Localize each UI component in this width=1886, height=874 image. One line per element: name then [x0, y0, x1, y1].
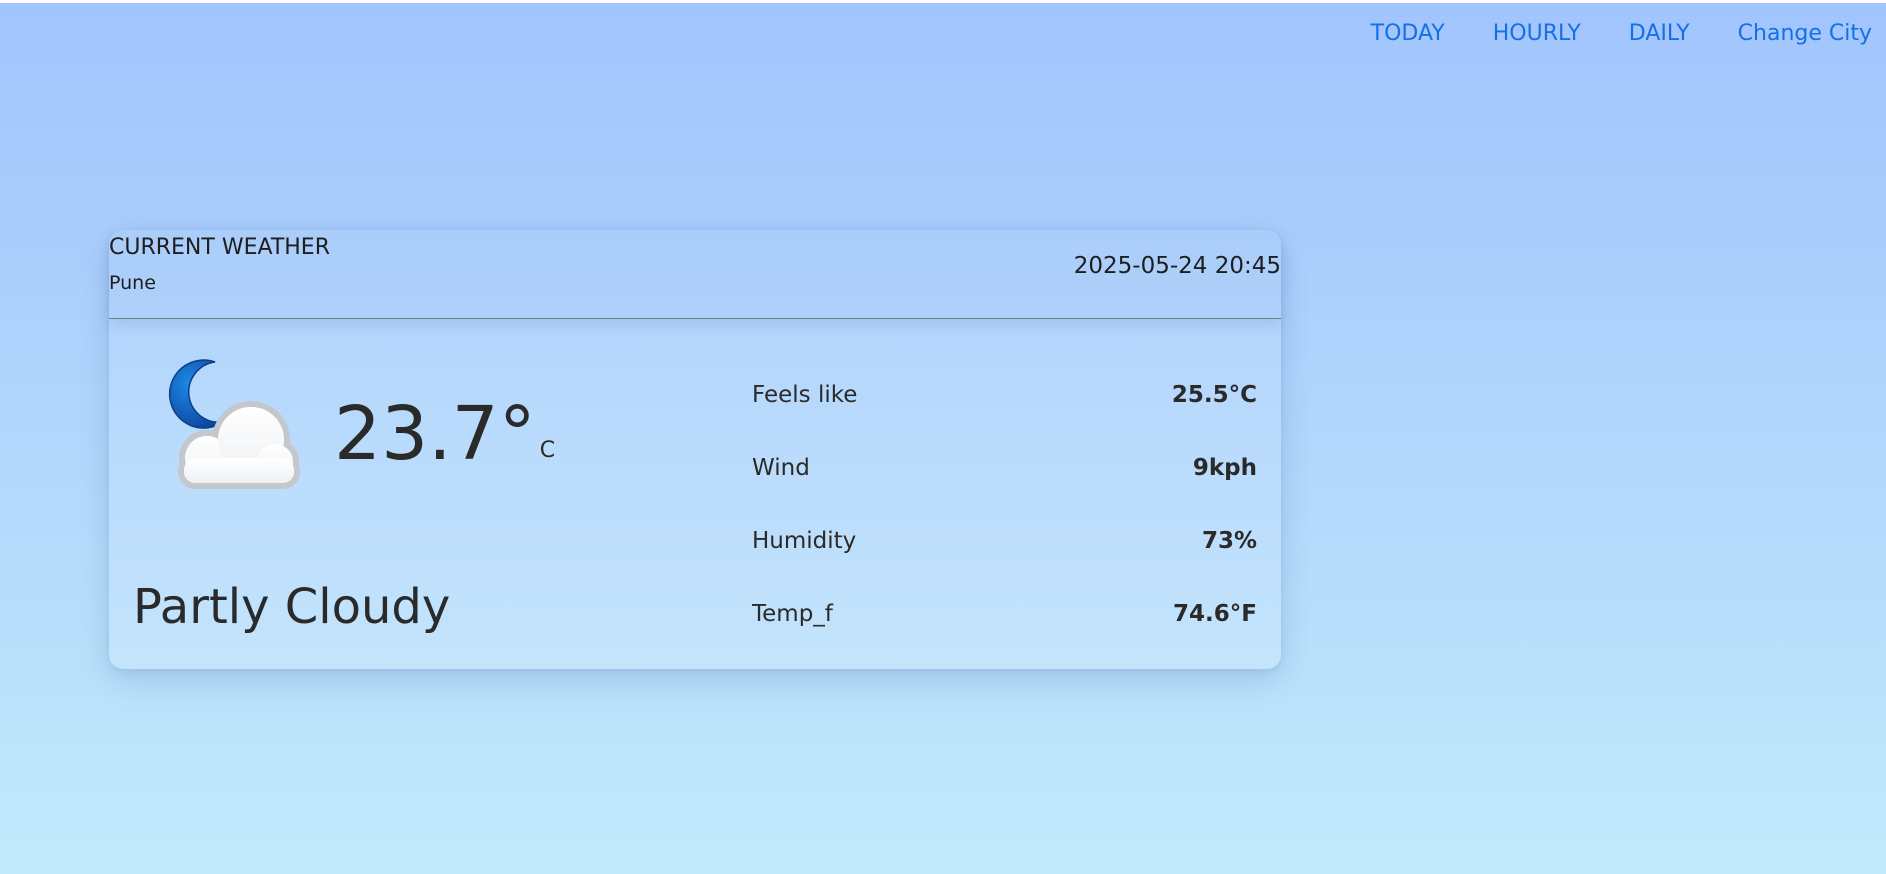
- temperature-unit: C: [539, 438, 556, 463]
- detail-row-temp-f: Temp_f 74.6°F: [752, 577, 1257, 650]
- detail-label: Wind: [752, 454, 810, 481]
- card-header: CURRENT WEATHER Pune 2025-05-24 20:45: [109, 230, 1281, 319]
- nav-today-link[interactable]: TODAY: [1371, 18, 1445, 50]
- detail-row-humidity: Humidity 73%: [752, 504, 1257, 577]
- observation-datetime: 2025-05-24 20:45: [1073, 253, 1281, 279]
- detail-row-feels-like: Feels like 25.5°C: [752, 358, 1257, 431]
- temperature-value: 23.7°: [334, 391, 536, 477]
- detail-value: 25.5°C: [1171, 381, 1257, 408]
- nav-hourly-link[interactable]: HOURLY: [1493, 18, 1581, 50]
- detail-label: Feels like: [752, 381, 858, 408]
- detail-label: Humidity: [752, 527, 857, 554]
- nav-change-city-link[interactable]: Change City: [1738, 18, 1872, 50]
- top-strip: [0, 0, 1886, 3]
- detail-value: 73%: [1201, 527, 1257, 554]
- detail-label: Temp_f: [752, 600, 833, 627]
- detail-value: 74.6°F: [1173, 600, 1257, 627]
- weather-details: Feels like 25.5°C Wind 9kph Humidity 73%…: [752, 358, 1257, 650]
- moon-cloud-icon: [153, 354, 303, 504]
- weather-condition: Partly Cloudy: [133, 579, 451, 635]
- nav-daily-link[interactable]: DAILY: [1629, 18, 1690, 50]
- detail-row-wind: Wind 9kph: [752, 431, 1257, 504]
- card-title: CURRENT WEATHER: [109, 235, 330, 260]
- temperature-display: 23.7° C: [334, 390, 555, 478]
- detail-value: 9kph: [1192, 454, 1257, 481]
- top-nav: TODAY HOURLY DAILY Change City: [1371, 18, 1872, 50]
- current-weather-card: CURRENT WEATHER Pune 2025-05-24 20:45 23…: [109, 230, 1281, 669]
- city-name: Pune: [109, 272, 156, 294]
